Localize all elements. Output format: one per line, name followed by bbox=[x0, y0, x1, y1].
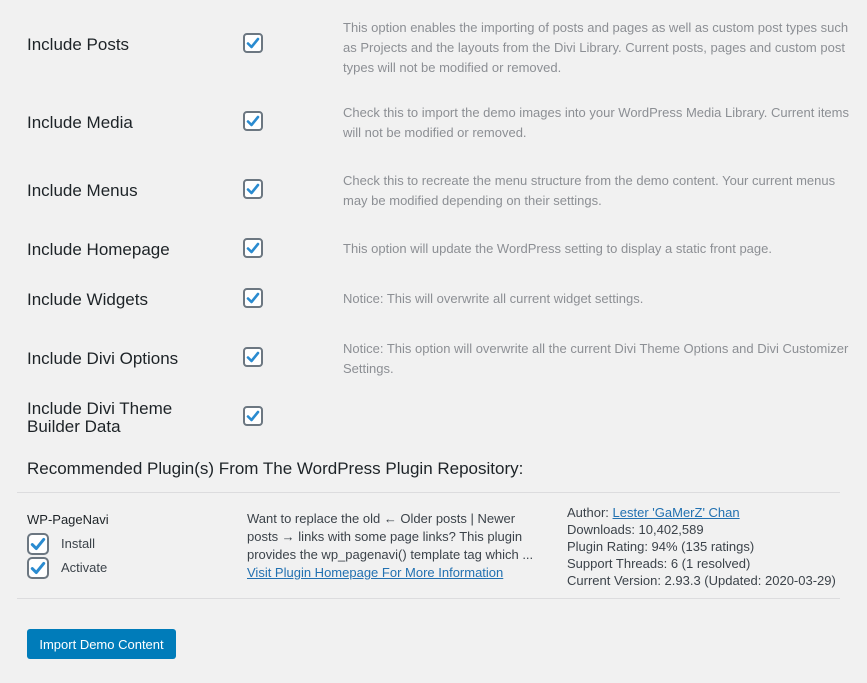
plugin-meta: Author: Lester 'GaMerZ' Chan Downloads: … bbox=[567, 504, 836, 589]
activate-checkbox[interactable] bbox=[27, 557, 49, 579]
author-label: Author: bbox=[567, 505, 609, 520]
plugin-rating: Plugin Rating: 94% (135 ratings) bbox=[567, 539, 755, 554]
author-link[interactable]: Lester 'GaMerZ' Chan bbox=[613, 505, 740, 520]
checkmark-icon bbox=[246, 292, 260, 304]
plugin-description: Want to replace the old ← Older posts | … bbox=[247, 510, 547, 582]
checkmark-icon bbox=[246, 410, 260, 422]
option-description: Check this to import the demo images int… bbox=[343, 105, 849, 140]
option-description: Notice: This option will overwrite all t… bbox=[343, 341, 849, 376]
option-description: This option will update the WordPress se… bbox=[343, 241, 772, 256]
checkmark-icon bbox=[246, 242, 260, 254]
checkmark-icon bbox=[246, 183, 260, 195]
plugin-author: Author: Lester 'GaMerZ' Chan bbox=[567, 504, 836, 521]
plugin-downloads: Downloads: 10,402,589 bbox=[567, 522, 704, 537]
option-label: Include Posts bbox=[27, 35, 130, 54]
checkmark-icon bbox=[30, 561, 46, 575]
plugin-version: Current Version: 2.93.3 (Updated: 2020-0… bbox=[567, 573, 836, 588]
option-label: Include Widgets bbox=[27, 290, 148, 309]
include-menus-checkbox[interactable] bbox=[243, 179, 263, 199]
checkmark-icon bbox=[246, 37, 260, 49]
option-label: Include Divi Options bbox=[27, 349, 179, 368]
option-description: Notice: This will overwrite all current … bbox=[343, 291, 644, 306]
divider bbox=[17, 598, 840, 599]
checkmark-icon bbox=[246, 115, 260, 127]
plugin-support-threads: Support Threads: 6 (1 resolved) bbox=[567, 556, 751, 571]
option-label: Include Menus bbox=[27, 181, 138, 200]
plugin-description-text: Want to replace the old ← Older posts | … bbox=[247, 511, 534, 562]
checkmark-icon bbox=[30, 537, 46, 551]
recommended-plugins-heading: Recommended Plugin(s) From The WordPress… bbox=[27, 459, 524, 478]
include-theme-builder-checkbox[interactable] bbox=[243, 406, 263, 426]
plugin-homepage-link[interactable]: Visit Plugin Homepage For More Informati… bbox=[247, 565, 503, 580]
install-label: Install bbox=[61, 536, 95, 551]
import-demo-content-button[interactable]: Import Demo Content bbox=[27, 629, 176, 659]
include-homepage-checkbox[interactable] bbox=[243, 238, 263, 258]
include-media-checkbox[interactable] bbox=[243, 111, 263, 131]
divider bbox=[17, 492, 840, 493]
option-description: This option enables the importing of pos… bbox=[343, 20, 849, 75]
checkmark-icon bbox=[246, 351, 260, 363]
option-label: Include Homepage bbox=[27, 240, 170, 259]
include-posts-checkbox[interactable] bbox=[243, 33, 263, 53]
include-widgets-checkbox[interactable] bbox=[243, 288, 263, 308]
activate-label: Activate bbox=[61, 560, 108, 575]
option-description: Check this to recreate the menu structur… bbox=[343, 173, 836, 208]
install-checkbox[interactable] bbox=[27, 533, 49, 555]
include-divi-options-checkbox[interactable] bbox=[243, 347, 263, 367]
plugin-name: WP-PageNavi bbox=[27, 512, 109, 527]
option-label: Include Media bbox=[27, 113, 133, 132]
option-label: Include Divi Theme Builder Data bbox=[27, 399, 173, 436]
